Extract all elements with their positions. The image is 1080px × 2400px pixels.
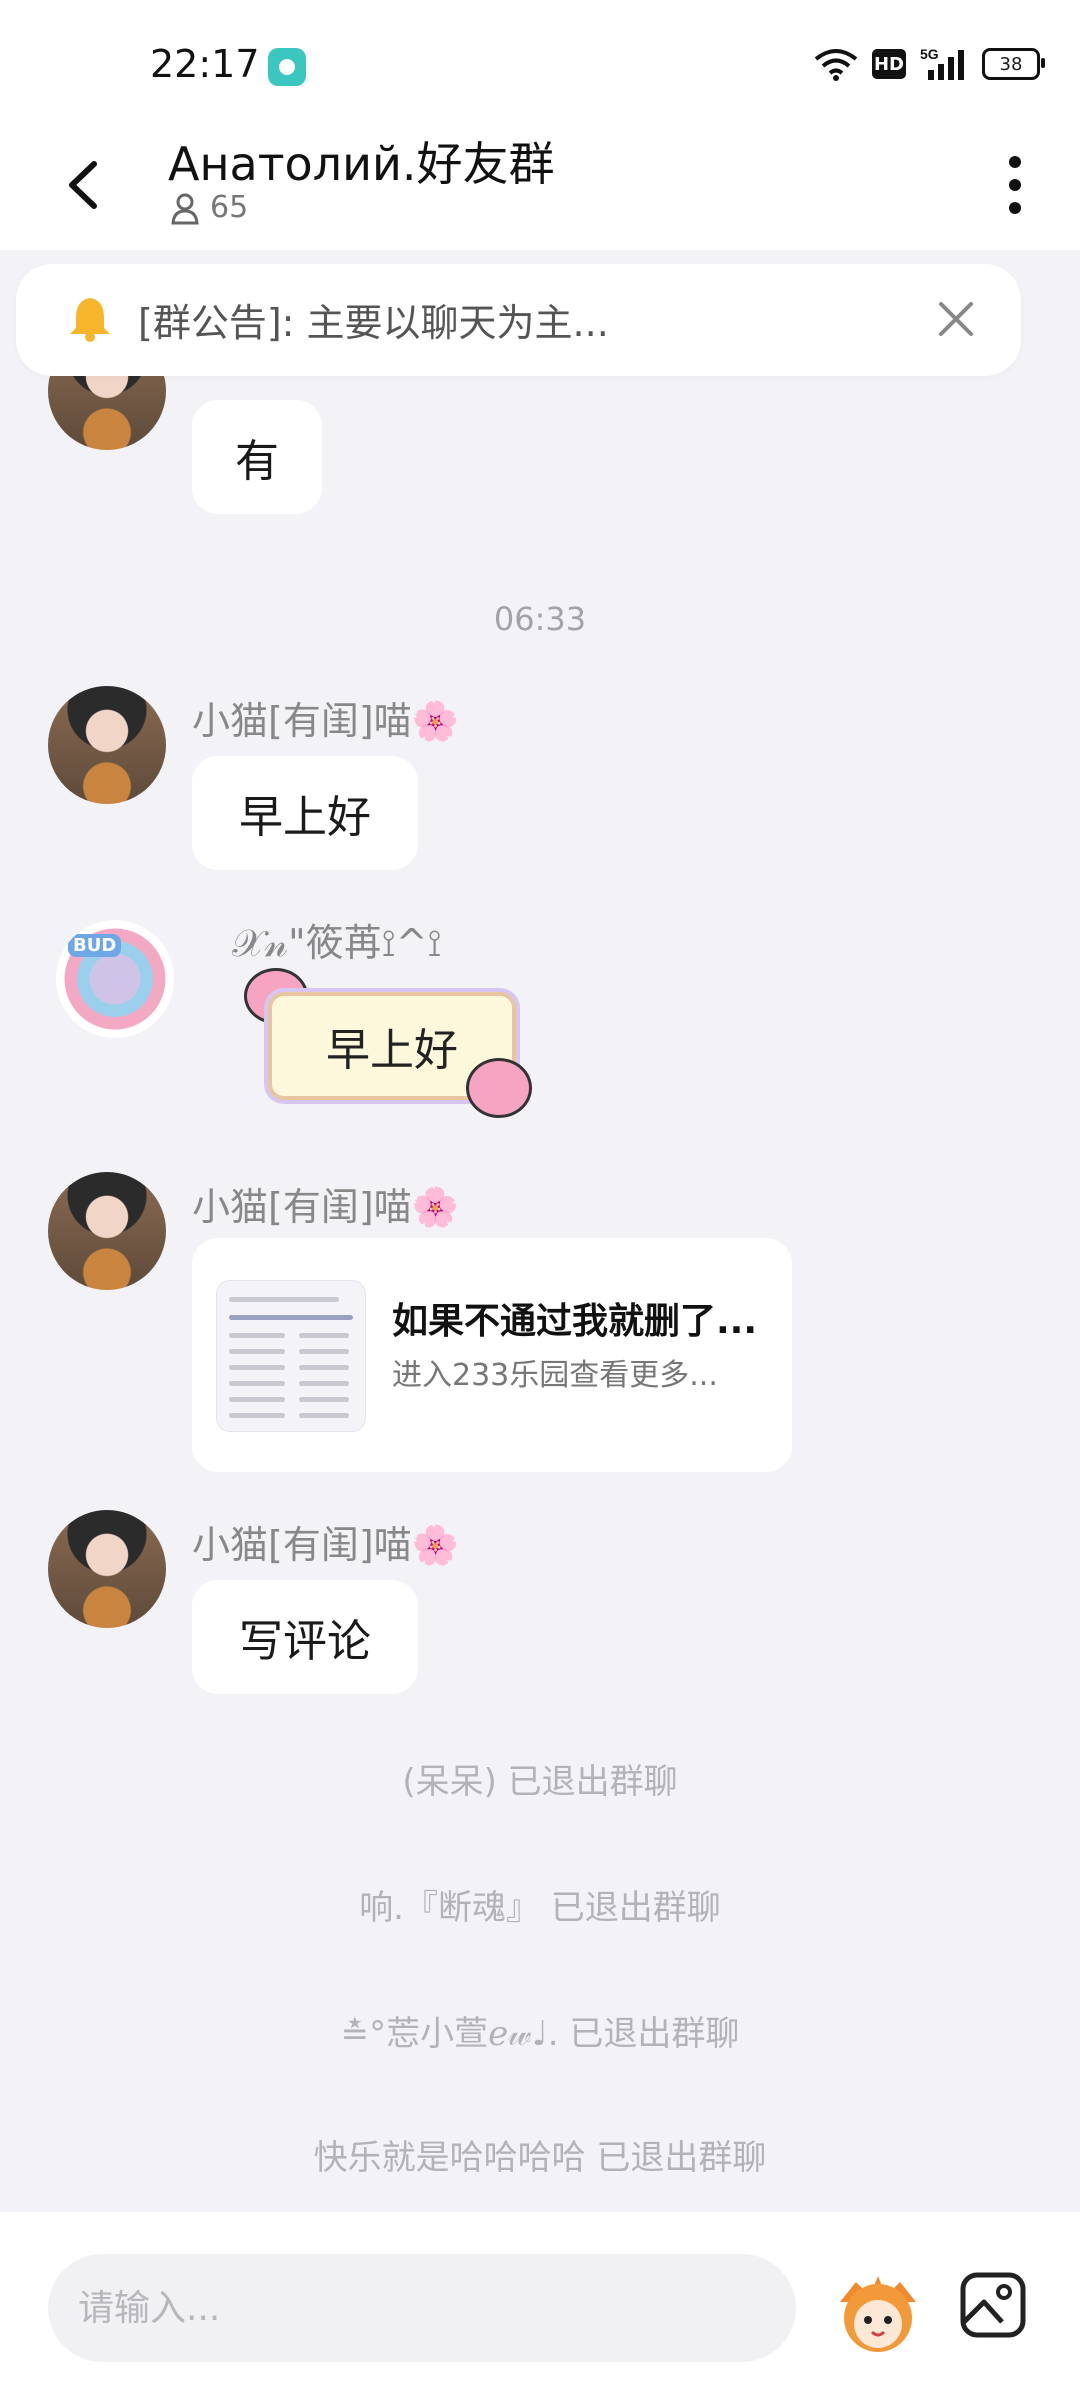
close-icon[interactable]	[931, 294, 981, 344]
sticker-message[interactable]: 早上好	[244, 968, 548, 1128]
system-message: 快乐就是哈哈哈哈 已退出群聊	[313, 2138, 767, 2178]
emoji-icon[interactable]	[830, 2262, 926, 2358]
avatar[interactable]	[48, 1172, 166, 1290]
person-icon	[171, 193, 199, 224]
message-bubble[interactable]: 写评论	[192, 1580, 418, 1694]
battery-indicator: 38	[982, 48, 1045, 80]
message-input[interactable]	[48, 2254, 796, 2362]
sender-name: 小猫[有闺]喵🌸	[192, 699, 459, 743]
card-title: 如果不通过我就删了...	[392, 1301, 758, 1342]
announcement-text: [群公告]: 主要以聊天为主...	[138, 301, 609, 345]
system-message: 响.『断魂』 已退出群聊	[359, 1888, 721, 1928]
card-thumbnail	[216, 1280, 366, 1432]
group-announcement[interactable]: [群公告]: 主要以聊天为主...	[16, 264, 1021, 376]
message-text: 写评论	[239, 1616, 371, 1667]
chat-header: Анатолий.好友群 65	[0, 120, 1080, 250]
member-count-value: 65	[210, 190, 249, 225]
message-text: 早上好	[239, 792, 371, 843]
avatar[interactable]	[48, 686, 166, 804]
system-message: (呆呆) 已退出群聊	[402, 1762, 678, 1802]
shared-link-card[interactable]: 如果不通过我就删了... 进入233乐园查看更多...	[192, 1238, 792, 1472]
group-title: Анатолий.好友群	[168, 137, 555, 191]
card-subtitle: 进入233乐园查看更多...	[392, 1358, 718, 1393]
sticker-decoration	[466, 1058, 532, 1118]
sender-name: 小猫[有闺]喵🌸	[192, 1185, 459, 1229]
timestamp: 06:33	[493, 600, 587, 638]
input-bar	[0, 2212, 1080, 2400]
svg-text:5G: 5G	[920, 46, 939, 62]
bell-icon	[70, 298, 110, 342]
message-text: 有	[235, 436, 279, 487]
status-bar: 22:17 HD 5G 38	[0, 0, 1080, 120]
avatar[interactable]	[48, 1510, 166, 1628]
message-bubble[interactable]: 早上好	[192, 756, 418, 870]
avatar-badge: BUD	[68, 934, 122, 957]
status-time: 22:17	[150, 42, 260, 86]
signal-icon: 5G	[920, 46, 964, 80]
sender-name: 小猫[有闺]喵🌸	[192, 1523, 459, 1567]
system-message: ≛°莣小萱ℯ𝓌♩. 已退出群聊	[340, 2014, 740, 2054]
app-notification-icon	[268, 48, 306, 86]
message-bubble[interactable]: 有	[192, 400, 322, 514]
sender-name: 𝒳𝓃"筱苒⟟^⟟	[232, 921, 442, 965]
hd-badge: HD	[872, 49, 906, 79]
image-icon[interactable]	[958, 2270, 1028, 2340]
more-vertical-icon[interactable]	[980, 140, 1050, 230]
avatar[interactable]: BUD	[56, 920, 174, 1038]
wifi-icon	[814, 49, 858, 81]
back-arrow-icon[interactable]	[50, 150, 120, 220]
member-count[interactable]: 65	[170, 190, 248, 225]
